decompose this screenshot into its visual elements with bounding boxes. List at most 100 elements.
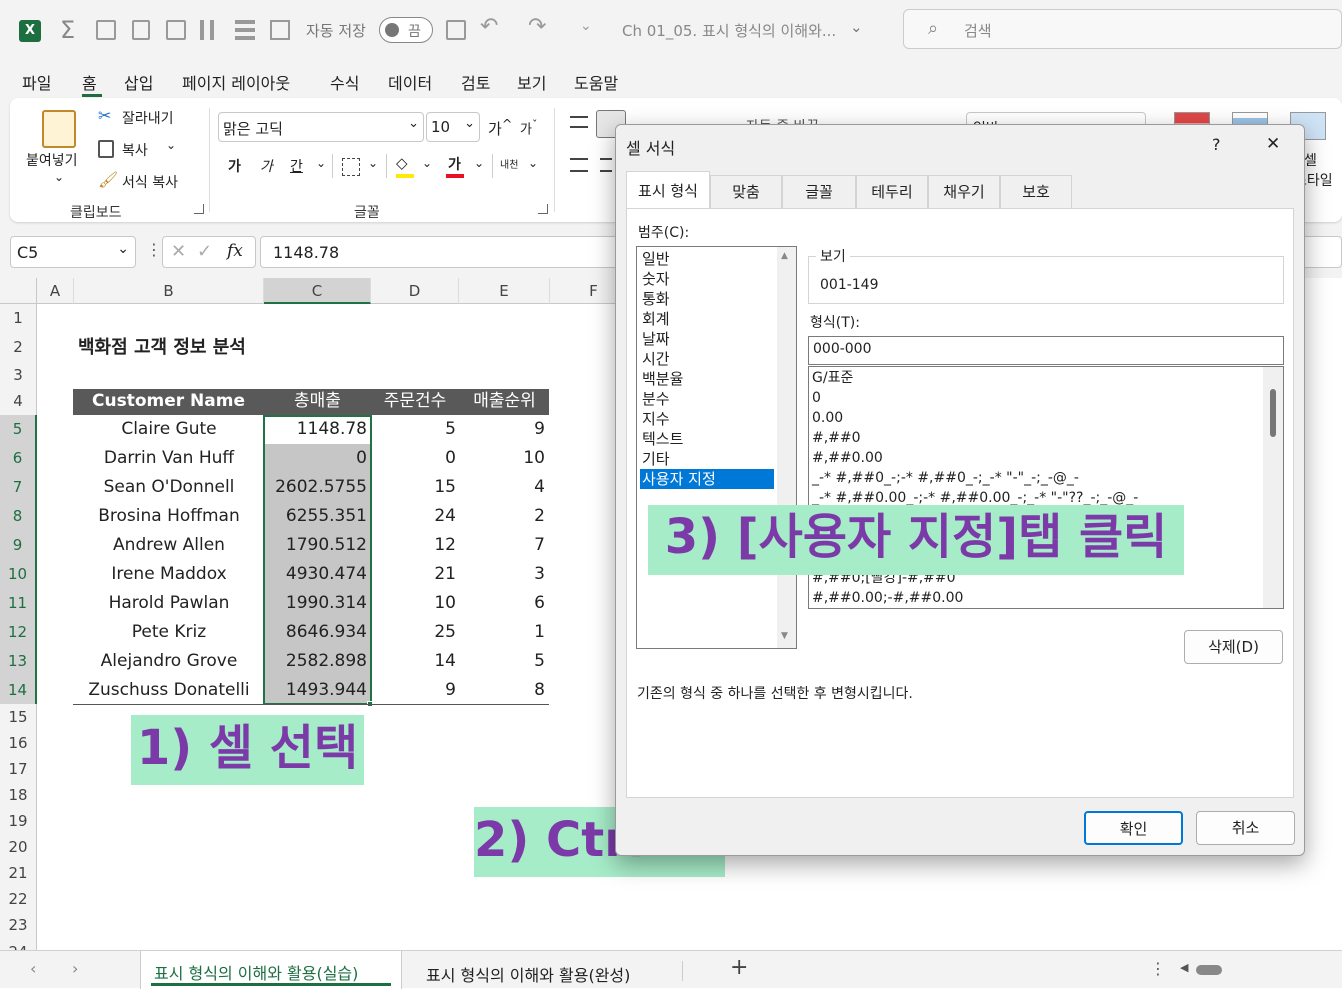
sheet-tab-2[interactable]: 표시 형식의 이해와 활용(완성) [426,962,630,986]
customer-name-cell[interactable]: Harold Pawlan [74,589,264,618]
quick-access-icon[interactable] [96,20,116,40]
customer-name-cell[interactable]: Pete Kriz [74,618,264,647]
row-header-20[interactable]: 20 [0,834,37,860]
menu-insert[interactable]: 삽입 [124,70,153,94]
align-left-icon[interactable] [570,158,588,172]
ok-button[interactable]: 확인 [1084,811,1183,845]
row-header-8[interactable]: 8 [0,502,37,531]
menu-formulas[interactable]: 수식 [330,70,359,94]
dialog-launcher-icon[interactable] [194,204,204,214]
column-header-b[interactable]: B [74,278,264,304]
delete-button[interactable]: 삭제(D) [1184,630,1283,664]
list-scrollbar[interactable] [1263,367,1283,608]
redo-icon[interactable]: ↷ [528,14,546,39]
format-item[interactable]: 0.00 [812,408,843,428]
order-count-cell[interactable]: 21 [371,560,456,589]
document-title[interactable]: Ch 01_05. 표시 형식의 이해와... [622,20,836,41]
tab-fill[interactable]: 채우기 [928,175,1000,208]
scroll-left-icon[interactable]: ◀ [1180,961,1188,974]
more-icon[interactable]: ⋮ [1150,959,1166,978]
total-sales-cell[interactable]: 1493.944 [264,676,367,705]
order-count-cell[interactable]: 24 [371,502,456,531]
copy-button[interactable]: 복사 [122,140,148,160]
row-header-14[interactable]: 14 [0,676,37,704]
row-header-13[interactable]: 13 [0,647,37,676]
chevron-down-icon[interactable]: ⌄ [166,138,176,152]
borders-icon[interactable] [342,158,360,176]
add-sheet-icon[interactable]: + [730,955,748,980]
sales-rank-cell[interactable]: 1 [459,618,545,647]
dialog-launcher-icon[interactable] [538,204,548,214]
scrollbar-thumb[interactable] [1196,965,1222,975]
cancel-button[interactable]: 취소 [1196,811,1295,845]
quick-access-icon[interactable] [166,20,186,40]
column-header-e[interactable]: E [459,278,550,304]
quick-access-icon[interactable] [235,20,255,40]
customize-icon[interactable]: ⌄ [580,18,592,34]
list-scrollbar[interactable]: ▲ ▼ [777,247,796,648]
horizontal-scrollbar[interactable]: ◀ [1180,961,1342,977]
row-header-9[interactable]: 9 [0,531,37,560]
row-header-6[interactable]: 6 [0,444,37,473]
format-item[interactable]: #,##0.00;-#,##0.00 [812,588,963,608]
category-item[interactable]: 숫자 [640,269,774,289]
row-header-12[interactable]: 12 [0,618,37,647]
header-order-count[interactable]: 주문건수 [371,387,459,416]
row-header-10[interactable]: 10 [0,560,37,589]
format-item[interactable]: #,##0.00 [812,448,883,468]
category-item[interactable]: 회계 [640,309,774,329]
customer-name-cell[interactable]: Andrew Allen [74,531,264,560]
sales-rank-cell[interactable]: 6 [459,589,545,618]
order-count-cell[interactable]: 14 [371,647,456,676]
insert-function-icon[interactable]: fx [227,241,243,261]
menu-help[interactable]: 도움말 [574,70,618,94]
undo-icon[interactable]: ↶ [480,14,498,39]
save-icon[interactable] [446,20,466,40]
format-painter-button[interactable]: 서식 복사 [122,172,178,192]
sales-rank-cell[interactable]: 4 [459,473,545,502]
total-sales-cell[interactable]: 1148.78 [264,415,367,444]
order-count-cell[interactable]: 9 [371,676,456,705]
customer-name-cell[interactable]: Alejandro Grove [74,647,264,676]
sales-rank-cell[interactable]: 2 [459,502,545,531]
category-item[interactable]: 통화 [640,289,774,309]
name-box[interactable]: C5 ⌄ [10,236,136,268]
header-sales-rank[interactable]: 매출순위 [459,387,550,416]
format-item[interactable]: 0 [812,388,821,408]
font-size-select[interactable]: 10 ⌄ [426,112,480,142]
customer-name-cell[interactable]: Sean O'Donnell [74,473,264,502]
customer-name-cell[interactable]: Irene Maddox [74,560,264,589]
row-header-16[interactable]: 16 [0,730,37,756]
sheet-tab-active[interactable]: 표시 형식의 이해와 활용(실습) [140,951,402,989]
cancel-entry-icon[interactable]: ✕ [171,241,186,262]
underline-button[interactable]: 간 [290,156,303,176]
category-item[interactable]: 기타 [640,449,774,469]
fill-color-icon[interactable]: ◇ [396,154,408,172]
total-sales-cell[interactable]: 2582.898 [264,647,367,676]
bold-button[interactable]: 가 [228,156,241,176]
order-count-cell[interactable]: 10 [371,589,456,618]
row-header-18[interactable]: 18 [0,782,37,808]
phonetic-button[interactable]: 내천 [500,156,518,171]
order-count-cell[interactable]: 12 [371,531,456,560]
total-sales-cell[interactable]: 1990.314 [264,589,367,618]
row-header-1[interactable]: 1 [0,304,37,333]
cell-styles-label[interactable]: 셀 [1304,150,1317,170]
menu-view[interactable]: 보기 [517,70,546,94]
sales-rank-cell[interactable]: 10 [459,444,545,473]
align-top-icon[interactable] [570,116,588,128]
tab-protection[interactable]: 보호 [1000,175,1072,208]
row-header-19[interactable]: 19 [0,808,37,834]
tab-border[interactable]: 테두리 [856,175,928,208]
order-count-cell[interactable]: 15 [371,473,456,502]
customer-name-cell[interactable]: Zuschuss Donatelli [74,676,264,705]
category-item[interactable]: 백분율 [640,369,774,389]
increase-font-icon[interactable]: 가^ [488,116,512,139]
category-item[interactable]: 텍스트 [640,429,774,449]
row-header-22[interactable]: 22 [0,886,37,912]
column-header-d[interactable]: D [371,278,459,304]
format-item[interactable]: _-* #,##0_-;-* #,##0_-;_-* "-"_-;_-@_- [812,468,1079,488]
confirm-entry-icon[interactable]: ✓ [197,241,212,262]
search-box[interactable]: ⌕ 검색 [903,9,1342,49]
autosum-icon[interactable]: Σ [60,16,75,44]
